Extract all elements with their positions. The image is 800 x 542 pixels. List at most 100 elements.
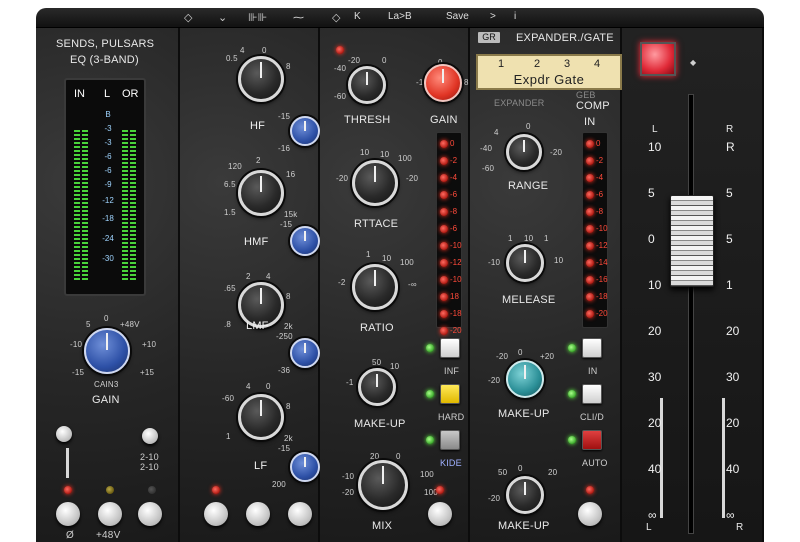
- fader-scale-right-label: 5: [726, 186, 733, 200]
- comp-gr-led: [440, 242, 448, 250]
- meter-scale-label: -30: [102, 254, 114, 263]
- phase-switch-knob[interactable]: [56, 426, 72, 442]
- hf-gain-knob[interactable]: [290, 116, 320, 146]
- meter-icon[interactable]: ⊪⊪: [248, 11, 267, 24]
- inf-button[interactable]: [440, 338, 460, 358]
- expander-title: EXPANDER./GATE: [516, 32, 614, 44]
- hpf-button[interactable]: [138, 502, 162, 526]
- meter-scale-label: -3: [104, 138, 112, 147]
- lf-blue-tick: 200: [272, 480, 286, 489]
- exp-makeup-tick: -20: [488, 376, 501, 385]
- range-knob[interactable]: [506, 134, 542, 170]
- lf-tick: -60: [222, 394, 235, 403]
- release-knob[interactable]: [506, 244, 544, 282]
- eq-button-3[interactable]: [288, 502, 312, 526]
- fader-scale-right-label: 40: [726, 462, 740, 476]
- exp-auto-label: AUTO: [582, 458, 608, 468]
- input-gain-knob[interactable]: [84, 328, 130, 374]
- k-button[interactable]: K: [354, 11, 361, 22]
- comp-gr-led: [440, 174, 448, 182]
- comp-makeup-knob[interactable]: [358, 368, 396, 406]
- eq-button-1[interactable]: [204, 502, 228, 526]
- exp-gr-scale-label: -18: [596, 292, 608, 301]
- hmf-gain-knob[interactable]: [290, 226, 320, 256]
- fader-scale-right-label: 20: [726, 416, 740, 430]
- mix-knob[interactable]: [358, 460, 408, 510]
- exp-in-button[interactable]: [582, 338, 602, 358]
- lf-tick: 2k: [284, 434, 293, 443]
- comp-gr-led: [440, 276, 448, 284]
- next-button[interactable]: >: [490, 11, 496, 22]
- release-tick: -10: [488, 258, 501, 267]
- hf-freq-knob[interactable]: [238, 56, 284, 102]
- exp-clid-led: [568, 390, 576, 398]
- lmf-label: LMF: [246, 320, 269, 332]
- hmf-tick: 1.5: [224, 208, 236, 217]
- fader-scale-right-label: ∞: [726, 508, 735, 522]
- output-power-button[interactable]: [640, 42, 676, 76]
- gr-tag: GR: [478, 32, 500, 43]
- gain-tick: +10: [142, 340, 157, 349]
- impedance-switch-knob[interactable]: [142, 428, 158, 444]
- meter-scale-label: -3: [104, 124, 112, 133]
- hard-button[interactable]: [440, 384, 460, 404]
- info-button[interactable]: i: [514, 11, 516, 22]
- phase-button[interactable]: [56, 502, 80, 526]
- exp-clid-button[interactable]: [582, 384, 602, 404]
- thresh-tick: -40: [334, 64, 347, 73]
- fader-scale-left-label: ∞: [648, 508, 657, 522]
- eq-button-2[interactable]: [246, 502, 270, 526]
- hpf-led: [148, 486, 156, 494]
- exp-gr-led: [586, 225, 594, 233]
- ab-button[interactable]: La>B: [388, 11, 412, 22]
- chevron-icon[interactable]: ⌄: [218, 11, 227, 24]
- output-top-r: R: [726, 124, 734, 135]
- fader-scale-right-label: 20: [726, 324, 740, 338]
- plugin-body: SENDS, PULSARS EQ (3-BAND) IN L OR B -3 …: [36, 28, 764, 542]
- attack-knob[interactable]: [352, 160, 398, 206]
- tilde-icon[interactable]: ⁓: [293, 11, 304, 24]
- mix-tick: 100: [420, 470, 434, 479]
- lcd-num-4: 4: [594, 58, 601, 70]
- gain-tick: +15: [140, 368, 155, 377]
- lf-gain-knob[interactable]: [290, 452, 320, 482]
- ratio-knob[interactable]: [352, 264, 398, 310]
- gain-tick: +48V: [120, 320, 140, 329]
- exp-gr-led: [586, 174, 594, 182]
- exp-makeup-tick: +20: [540, 352, 555, 361]
- output-fader-handle[interactable]: [670, 195, 714, 288]
- lmf-gain-knob[interactable]: [290, 338, 320, 368]
- comp-bypass-button[interactable]: [428, 502, 452, 526]
- thresh-tick: -20: [348, 56, 361, 65]
- comp-makeup-tick: -1: [346, 378, 354, 387]
- output-bottom-l: L: [646, 522, 652, 533]
- exp-makeup2-knob[interactable]: [506, 476, 544, 514]
- kide-button[interactable]: [440, 430, 460, 450]
- comp-gr-scale-label: 0: [450, 139, 455, 148]
- comp-gr-scale-label: -6: [450, 190, 458, 199]
- lmf-blue-tick: -250: [276, 332, 293, 341]
- hmf-label: HMF: [244, 236, 269, 248]
- exp-gr-scale-label: -20: [596, 309, 608, 318]
- thresh-knob[interactable]: [348, 66, 386, 104]
- save-button[interactable]: Save: [446, 11, 469, 22]
- gain-tick: -10: [70, 340, 83, 349]
- exp-gr-scale-label: 0: [596, 139, 601, 148]
- diamond-icon[interactable]: ◇: [184, 11, 192, 24]
- hmf-freq-knob[interactable]: [238, 170, 284, 216]
- comp-gain-knob[interactable]: [424, 64, 462, 102]
- comp-gr-led: [440, 157, 448, 165]
- exp-gr-scale-label: -14: [596, 258, 608, 267]
- phantom-button[interactable]: [98, 502, 122, 526]
- exp-bypass-button[interactable]: [578, 502, 602, 526]
- exp-makeup-knob[interactable]: [506, 360, 544, 398]
- preset-display[interactable]: 1 2 3 4 Expdr Gate: [476, 54, 622, 90]
- thresh-tick: -60: [334, 92, 347, 101]
- exp-auto-button[interactable]: [582, 430, 602, 450]
- exp-gr-led: [586, 259, 594, 267]
- comp-gr-scale-label: -10: [450, 275, 462, 284]
- comp-makeup-label: MAKE-UP: [354, 418, 406, 430]
- diamond-outline-icon[interactable]: ◇: [332, 11, 340, 24]
- exp-gr-scale-label: -10: [596, 224, 608, 233]
- lf-freq-knob[interactable]: [238, 394, 284, 440]
